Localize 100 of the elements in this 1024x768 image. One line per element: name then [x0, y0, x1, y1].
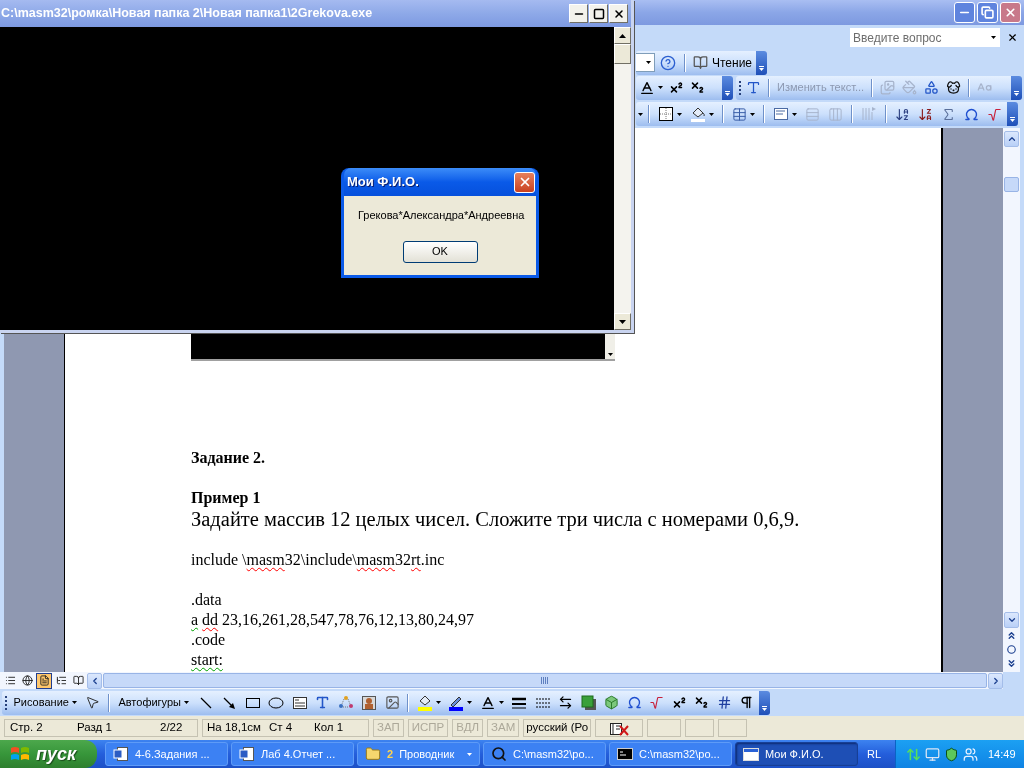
grip-icon[interactable] [739, 79, 742, 96]
caret-icon[interactable] [991, 36, 996, 39]
mode-indicator[interactable]: ЗАМ [487, 719, 520, 737]
caret-icon[interactable] [677, 112, 682, 116]
taskbar-button[interactable]: Лаб 4.Отчет ... [231, 742, 354, 766]
circle-icon[interactable] [1007, 644, 1016, 654]
shapes-icon[interactable] [924, 80, 940, 95]
type-icon[interactable] [746, 80, 761, 95]
pilcrow-icon[interactable] [739, 695, 754, 710]
toolbar-options-button[interactable] [722, 75, 733, 100]
table-icon[interactable] [732, 106, 747, 122]
help-search-field[interactable]: Введите вопрос [850, 28, 1000, 47]
language-indicator[interactable]: RL [867, 745, 882, 763]
close-icon[interactable] [1007, 32, 1018, 43]
fill-color-icon[interactable] [416, 694, 433, 711]
toolbar-options-button[interactable] [758, 690, 770, 715]
dialog-button[interactable]: OK [402, 240, 478, 263]
maximize-button[interactable] [589, 4, 608, 23]
omega-icon[interactable] [626, 695, 642, 710]
fill-color-icon[interactable] [690, 106, 706, 122]
hash-icon[interactable] [716, 695, 732, 710]
caret-icon[interactable] [435, 701, 441, 704]
caret-icon[interactable] [498, 701, 504, 704]
double-down-arrow-icon[interactable] [1006, 657, 1017, 669]
close-button[interactable] [609, 4, 628, 23]
scroll-left-button[interactable] [87, 672, 102, 689]
font-color-icon[interactable] [479, 694, 496, 711]
drawing-menu-button[interactable]: Рисование [9, 694, 81, 711]
superscript-icon[interactable] [669, 80, 684, 95]
taskbar-button[interactable]: C:\masm32\ро... [483, 742, 606, 766]
users-icon[interactable] [963, 746, 978, 762]
taskbar-button[interactable]: C:\masm32\ро... [609, 742, 732, 766]
scroll-up-button[interactable] [1004, 131, 1019, 147]
chevron-icon [1014, 90, 1019, 96]
document-text: .code [191, 630, 227, 650]
scroll-thumb[interactable] [1004, 177, 1019, 192]
magnifier-icon [491, 746, 507, 762]
taskbar-button[interactable]: 2 Проводник [357, 742, 480, 766]
taskbar-button[interactable]: Мои Ф.И.О. [735, 742, 858, 766]
monitor-icon[interactable] [925, 746, 940, 762]
arrow-style-icon[interactable] [558, 695, 573, 710]
diagram-icon[interactable] [337, 694, 354, 711]
caret-icon[interactable] [71, 701, 77, 704]
grip-icon[interactable] [5, 694, 8, 711]
book-error-icon[interactable] [609, 720, 630, 736]
text-box-icon[interactable] [291, 694, 308, 711]
align-icon[interactable] [773, 106, 789, 122]
autoshapes-menu-button[interactable]: Автофигуры [114, 694, 193, 711]
toolbar-options-button[interactable] [756, 50, 768, 75]
pointer-icon[interactable] [85, 695, 101, 710]
double-up-arrow-icon[interactable] [1006, 629, 1017, 641]
caret-icon[interactable] [638, 112, 643, 116]
toolbar-options-button[interactable] [1011, 75, 1022, 100]
font-color-icon[interactable] [639, 79, 655, 96]
mode-indicator[interactable]: ИСПР [407, 719, 449, 737]
subscript-icon[interactable] [690, 80, 705, 95]
radical-icon[interactable] [649, 695, 664, 710]
picture-icon[interactable] [384, 695, 400, 710]
scroll-right-button[interactable] [988, 672, 1003, 689]
sigma-icon[interactable] [941, 106, 956, 122]
superscript-icon[interactable] [671, 695, 687, 710]
chevron-icon [761, 705, 767, 711]
caret-icon[interactable] [709, 112, 714, 116]
help-icon[interactable] [660, 54, 676, 71]
dog-icon[interactable] [946, 80, 962, 95]
up-arrow-icon [619, 33, 626, 38]
restore-button[interactable] [977, 2, 998, 23]
view-button[interactable] [36, 672, 52, 689]
lines-icon [4, 675, 16, 686]
mode-indicator[interactable]: ВДЛ [452, 719, 484, 737]
shadow-icon[interactable] [580, 694, 597, 711]
sort-descending-icon[interactable] [918, 106, 933, 122]
status-text: Ст 4 [269, 720, 294, 736]
language-status: русский (Ро [523, 719, 592, 737]
caret-icon[interactable] [467, 701, 472, 704]
toolbar-options-button[interactable] [1007, 102, 1018, 126]
caret-icon[interactable] [750, 112, 755, 116]
caret-icon[interactable] [184, 701, 189, 704]
line-color-icon[interactable] [448, 694, 464, 711]
sort-ascending-icon[interactable] [895, 106, 910, 122]
caret-icon[interactable] [658, 86, 663, 89]
scroll-thumb[interactable] [103, 673, 987, 688]
omega-icon[interactable] [964, 106, 979, 122]
view-button[interactable] [19, 672, 35, 689]
subscript-icon[interactable] [694, 695, 709, 710]
zoom-combo-field[interactable] [636, 53, 655, 72]
caret-icon[interactable] [646, 61, 651, 64]
borders-icon[interactable] [658, 106, 674, 122]
clip-art-icon[interactable] [361, 694, 377, 711]
caret-icon[interactable] [792, 112, 797, 116]
mode-indicator[interactable]: ЗАП [373, 719, 404, 737]
oval-icon[interactable] [268, 694, 284, 711]
start-button[interactable]: пуск [0, 740, 97, 768]
cube-icon[interactable] [604, 695, 619, 710]
shield-icon[interactable] [944, 746, 959, 762]
radical-icon[interactable] [987, 106, 1002, 122]
minimize-button[interactable] [569, 4, 588, 23]
taskbar-button[interactable]: 4-6.Задания ... [105, 742, 228, 766]
type-icon[interactable] [315, 695, 330, 710]
reading-button[interactable]: Чтение [689, 53, 757, 72]
